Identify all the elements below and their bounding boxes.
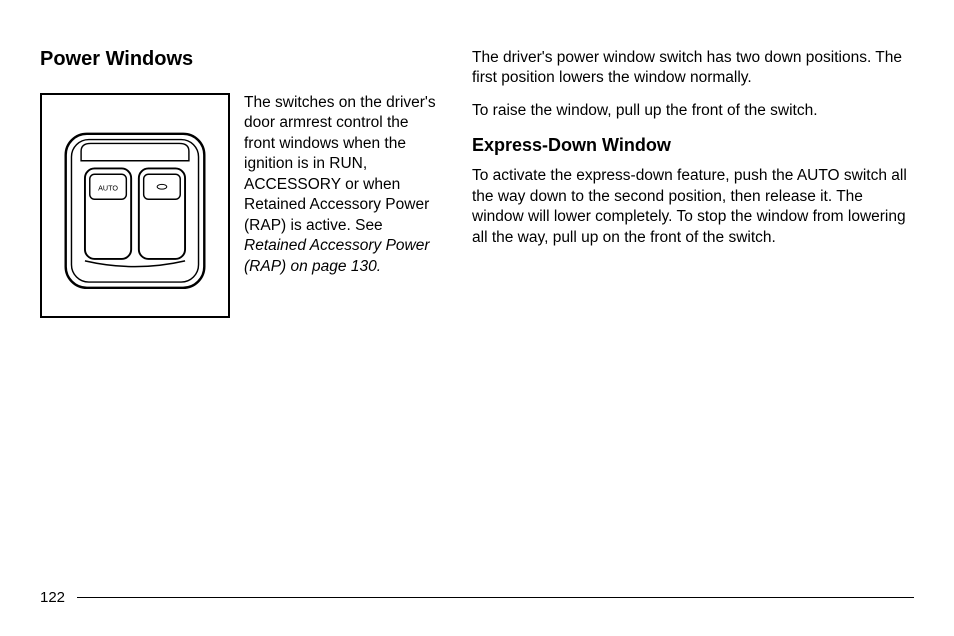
para-two-positions: The driver's power window switch has two… (472, 48, 912, 89)
switch-svg: AUTO (58, 111, 212, 301)
intro-text: The switches on the driver's door armres… (244, 93, 440, 277)
page-footer: 122 (40, 589, 914, 606)
intro-part1: The switches on the driver's door armres… (244, 94, 436, 234)
intro-block: AUTO The switches on the driver's door a… (40, 93, 440, 318)
heading-express-down: Express-Down Window (472, 135, 912, 156)
left-column: Power Windows AUTO (40, 48, 440, 318)
right-column: The driver's power window switch has two… (472, 48, 912, 318)
page-number: 122 (40, 589, 65, 606)
intro-italic-ref: Retained Accessory Power (RAP) on page 1… (244, 237, 430, 274)
page-content: Power Windows AUTO (40, 48, 914, 318)
heading-power-windows: Power Windows (40, 48, 440, 71)
window-switch-illustration: AUTO (40, 93, 230, 318)
para-express-down: To activate the express-down feature, pu… (472, 166, 912, 248)
auto-label: AUTO (98, 183, 118, 192)
para-raise-window: To raise the window, pull up the front o… (472, 101, 912, 121)
footer-divider (77, 597, 914, 599)
